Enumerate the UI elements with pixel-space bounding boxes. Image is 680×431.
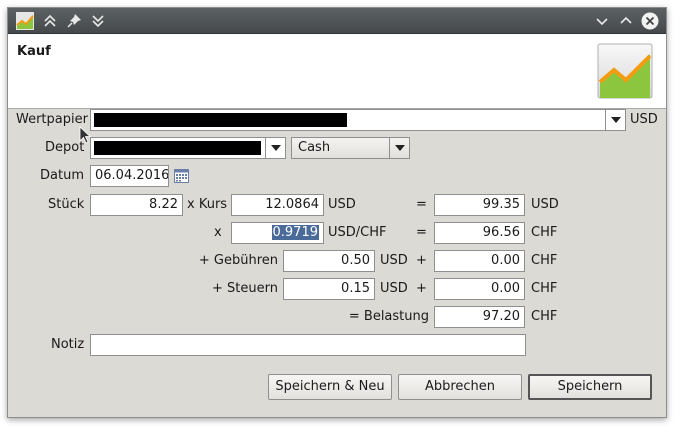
app-logo-icon — [597, 43, 653, 99]
total-debit-currency: CHF — [531, 309, 558, 324]
redacted-depot-name — [94, 141, 261, 155]
total-debit-label: = Belastung — [348, 309, 429, 324]
converted-value-field[interactable]: 96.56 — [434, 222, 525, 244]
calendar-icon[interactable] — [174, 169, 189, 183]
fees-converted-field[interactable]: 0.00 — [434, 250, 525, 272]
security-currency: USD — [630, 112, 658, 127]
date-field[interactable]: 06.04.2016 — [90, 165, 169, 187]
note-label: Notiz — [51, 337, 85, 352]
save-button[interactable]: Speichern — [528, 374, 652, 400]
dialog-title: Kauf — [17, 44, 51, 59]
cash-account-value: Cash — [298, 140, 331, 155]
price-currency: USD — [328, 197, 356, 212]
pin-icon[interactable] — [64, 11, 84, 31]
equals-sign: = — [416, 225, 427, 240]
price-label: x Kurs — [187, 197, 228, 212]
cash-account-combo[interactable]: Cash — [291, 137, 410, 159]
multiply-sign: x — [214, 225, 222, 240]
save-and-new-button[interactable]: Speichern & Neu — [268, 374, 392, 400]
date-label: Datum — [40, 168, 84, 183]
equals-sign: = — [416, 197, 427, 212]
redacted-security-name — [94, 113, 347, 127]
security-combo[interactable] — [90, 109, 626, 131]
note-field[interactable] — [90, 334, 526, 356]
cancel-button[interactable]: Abbrechen — [398, 374, 522, 400]
gross-value-field[interactable]: 99.35 — [434, 194, 525, 216]
close-icon[interactable] — [640, 11, 660, 31]
fees-field[interactable]: 0.50 — [283, 250, 375, 272]
plus-sign: + — [416, 281, 427, 296]
taxes-currency: USD — [380, 281, 408, 296]
mouse-pointer-icon — [79, 126, 91, 144]
taxes-converted-field[interactable]: 0.00 — [434, 278, 525, 300]
maximize-chevron-icon[interactable] — [616, 11, 636, 31]
chevron-down-icon[interactable] — [605, 110, 625, 130]
exchange-rate-currency: USD/CHF — [328, 225, 387, 240]
purchase-dialog: Kauf Wertpapier USD Depot Cash Datum 06.… — [7, 7, 667, 418]
converted-value-currency: CHF — [531, 225, 558, 240]
shares-field[interactable]: 8.22 — [90, 194, 183, 216]
chevron-down-icon[interactable] — [389, 138, 409, 158]
total-debit-field[interactable]: 97.20 — [434, 306, 525, 328]
plus-sign: + — [416, 253, 427, 268]
price-field[interactable]: 12.0864 — [231, 194, 324, 216]
double-chevron-down-icon[interactable] — [88, 11, 108, 31]
minimize-chevron-icon[interactable] — [592, 11, 612, 31]
chevron-down-icon[interactable] — [265, 138, 285, 158]
taxes-converted-currency: CHF — [531, 281, 558, 296]
dialog-header: Kauf — [8, 34, 666, 109]
taxes-field[interactable]: 0.15 — [283, 278, 375, 300]
shares-label: Stück — [48, 197, 85, 212]
window-titlebar[interactable] — [8, 8, 666, 34]
fees-converted-currency: CHF — [531, 253, 558, 268]
fees-currency: USD — [380, 253, 408, 268]
depot-combo[interactable] — [90, 137, 286, 159]
double-chevron-up-icon[interactable] — [40, 11, 60, 31]
gross-value-currency: USD — [531, 197, 559, 212]
fees-label: + Gebühren — [198, 253, 278, 268]
exchange-rate-field[interactable]: 0.9719 — [231, 222, 324, 244]
app-chart-icon — [16, 12, 34, 30]
security-label: Wertpapier — [16, 112, 88, 127]
taxes-label: + Steuern — [212, 281, 278, 296]
exchange-rate-value: 0.9719 — [271, 225, 319, 240]
